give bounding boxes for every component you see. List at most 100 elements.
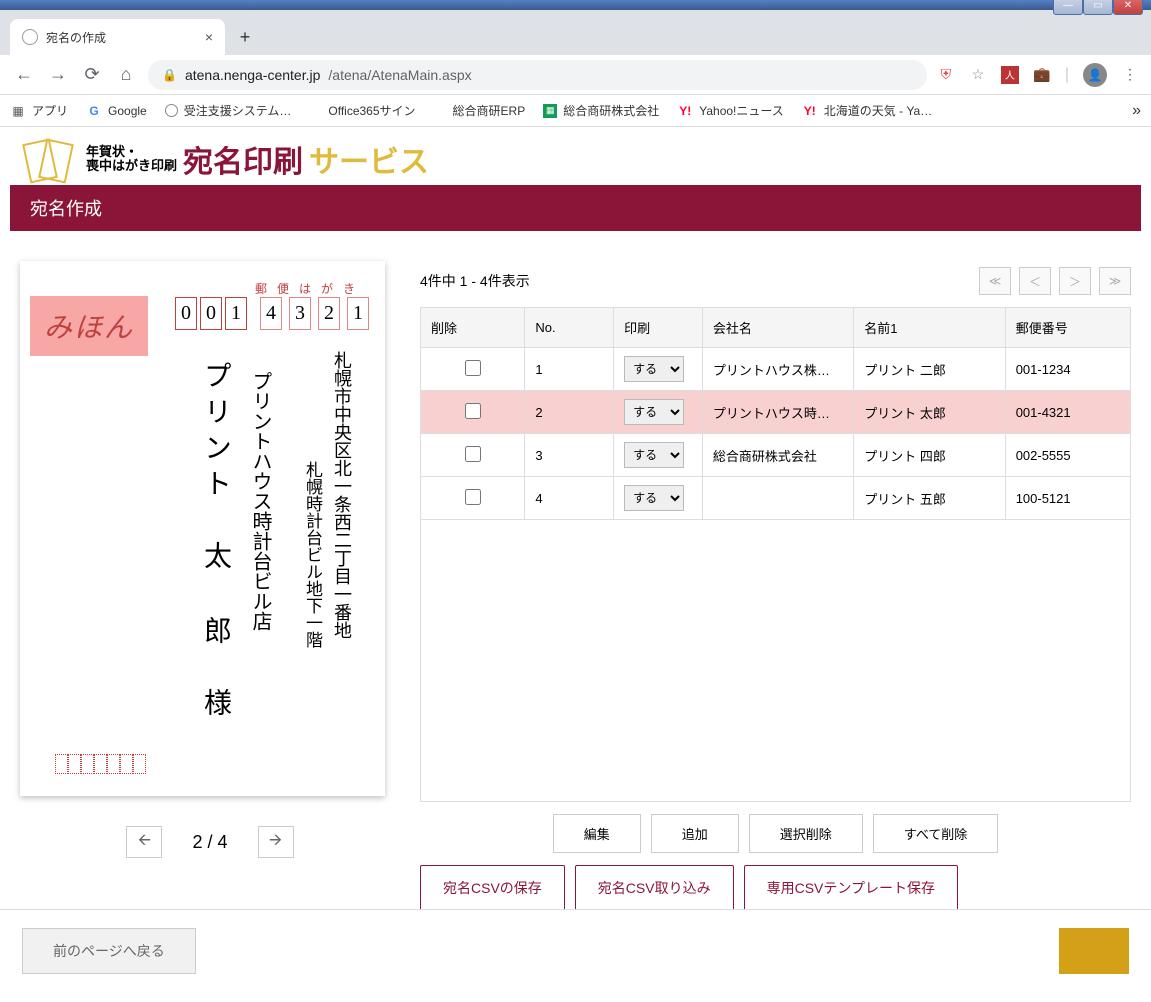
bookmark-office[interactable]: Office365サイン (309, 102, 415, 119)
star-icon[interactable]: ☆ (969, 66, 987, 84)
print-select[interactable]: する (624, 442, 684, 468)
logo-subtitle: 年賀状・喪中はがき印刷 (86, 145, 177, 174)
cell-no: 1 (525, 348, 614, 391)
csv-import-button[interactable]: 宛名CSV取り込み (575, 865, 734, 911)
cell-name: プリント 太郎 (854, 391, 1005, 434)
col-company: 会社名 (702, 308, 853, 348)
url-path: /atena/AtenaMain.aspx (328, 67, 471, 83)
postal-digit: 1 (225, 297, 247, 330)
edit-button[interactable]: 編集 (553, 814, 641, 853)
recipient-name: プリント 太 郎 様 (195, 361, 235, 724)
postal-digit: 2 (318, 297, 340, 330)
first-page-button[interactable]: ≪ (979, 267, 1011, 295)
cell-company: プリントハウス時… (702, 391, 853, 434)
postal-code-boxes: 0 0 1 4 3 2 1 (175, 297, 369, 330)
menu-icon[interactable]: ⋮ (1121, 66, 1139, 84)
delete-all-button[interactable]: すべて削除 (873, 814, 999, 853)
sheets-icon: ▦ (543, 104, 557, 118)
record-count: 4件中 1 - 4件表示 (420, 271, 530, 291)
close-button[interactable]: ✕ (1113, 0, 1143, 15)
table-row[interactable]: 3する総合商研株式会社プリント 四郎002-5555 (421, 434, 1131, 477)
row-delete-checkbox[interactable] (465, 403, 481, 419)
csv-save-button[interactable]: 宛名CSVの保存 (420, 865, 565, 911)
postal-digit: 3 (289, 297, 311, 330)
minimize-button[interactable]: — (1053, 0, 1083, 15)
recipient-address-2: 札幌時計台ビル地下一階 (300, 461, 325, 648)
last-page-button[interactable]: ≫ (1099, 267, 1131, 295)
sample-stamp: みほん (30, 296, 148, 356)
table-row[interactable]: 2するプリントハウス時…プリント 太郎001-4321 (421, 391, 1131, 434)
preview-prev-button[interactable]: 🡨 (126, 826, 162, 858)
add-button[interactable]: 追加 (651, 814, 739, 853)
row-delete-checkbox[interactable] (465, 360, 481, 376)
table-row[interactable]: 1するプリントハウス株…プリント 二郎001-1234 (421, 348, 1131, 391)
submit-button[interactable] (1059, 928, 1129, 974)
addressee-table: 削除 No. 印刷 会社名 名前1 郵便番号 1するプリントハウス株…プリント … (420, 307, 1131, 520)
print-select[interactable]: する (624, 356, 684, 382)
cell-company: 総合商研株式会社 (702, 434, 853, 477)
recipient-address-1: 札幌市中央区北一条西二丁目一番地 (329, 351, 355, 691)
browser-toolbar: ← → ⟳ ⌂ 🔒 atena.nenga-center.jp/atena/At… (0, 55, 1151, 95)
extension-pdf-icon[interactable]: 人 (1001, 66, 1019, 84)
browser-tab[interactable]: 宛名の作成 × (10, 19, 225, 55)
google-icon: G (86, 103, 102, 119)
postal-label: 郵便はがき (255, 280, 365, 297)
cell-zip: 001-4321 (1005, 391, 1130, 434)
postcard-preview: みほん 郵便はがき 0 0 1 4 3 2 1 札幌市中央区北一条西二丁目一番地… (20, 261, 385, 796)
bookmark-weather[interactable]: Y!北海道の天気 - Ya… (802, 102, 932, 119)
tab-close-icon[interactable]: × (205, 29, 213, 45)
office-icon (434, 104, 447, 117)
logo-suffix: サービス (309, 137, 429, 181)
cell-name: プリント 五郎 (854, 477, 1005, 520)
sender-postal-boxes (55, 754, 146, 774)
cell-no: 4 (525, 477, 614, 520)
apps-button[interactable]: ▦アプリ (10, 102, 68, 119)
logo-title: 宛名印刷 (183, 137, 303, 181)
recipient-company: プリントハウス時計台ビル店 (246, 371, 275, 631)
bookmark-system[interactable]: 受注支援システム… (165, 102, 292, 119)
row-delete-checkbox[interactable] (465, 446, 481, 462)
postal-digit: 0 (200, 297, 222, 330)
page-header: 年賀状・喪中はがき印刷 宛名印刷サービス (0, 127, 1151, 181)
cell-no: 3 (525, 434, 614, 477)
back-page-button[interactable]: 前のページへ戻る (22, 928, 196, 974)
table-row[interactable]: 4するプリント 五郎100-5121 (421, 477, 1131, 520)
bookmark-erp[interactable]: 総合商研ERP (434, 102, 526, 119)
bookmark-sogo[interactable]: ▦総合商研株式会社 (543, 102, 659, 119)
bookmarks-overflow-icon[interactable]: » (1132, 102, 1141, 120)
window-title-bar: — ▭ ✕ (0, 0, 1151, 10)
col-zip: 郵便番号 (1005, 308, 1130, 348)
print-select[interactable]: する (624, 485, 684, 511)
back-icon[interactable]: ← (12, 63, 36, 87)
home-icon[interactable]: ⌂ (114, 63, 138, 87)
row-delete-checkbox[interactable] (465, 489, 481, 505)
tab-title: 宛名の作成 (46, 29, 106, 46)
url-bar[interactable]: 🔒 atena.nenga-center.jp/atena/AtenaMain.… (148, 60, 927, 90)
col-name: 名前1 (854, 308, 1005, 348)
forward-icon[interactable]: → (46, 63, 70, 87)
postal-digit: 1 (347, 297, 369, 330)
new-tab-button[interactable]: + (231, 23, 259, 51)
section-title: 宛名作成 (10, 185, 1141, 231)
next-page-button[interactable]: ＞ (1059, 267, 1091, 295)
delete-selected-button[interactable]: 選択削除 (749, 814, 863, 853)
prev-page-button[interactable]: ＜ (1019, 267, 1051, 295)
globe-icon (22, 29, 38, 45)
csv-template-button[interactable]: 専用CSVテンプレート保存 (744, 865, 958, 911)
bookmark-yahoo[interactable]: Y!Yahoo!ニュース (677, 102, 784, 119)
preview-next-button[interactable]: 🡪 (258, 826, 294, 858)
bookmark-google[interactable]: GGoogle (86, 103, 147, 119)
profile-icon[interactable]: 👤 (1083, 63, 1107, 87)
reload-icon[interactable]: ⟳ (80, 63, 104, 87)
col-no: No. (525, 308, 614, 348)
extension-wallet-icon[interactable]: 💼 (1033, 66, 1051, 84)
print-select[interactable]: する (624, 399, 684, 425)
pager-text: 2 / 4 (192, 832, 227, 853)
cell-zip: 001-1234 (1005, 348, 1130, 391)
maximize-button[interactable]: ▭ (1083, 0, 1113, 15)
extension-shield-icon[interactable]: ⛨ (937, 66, 955, 84)
col-delete: 削除 (421, 308, 525, 348)
cell-company (702, 477, 853, 520)
logo-cards-icon (20, 139, 80, 179)
apps-icon: ▦ (10, 103, 26, 119)
